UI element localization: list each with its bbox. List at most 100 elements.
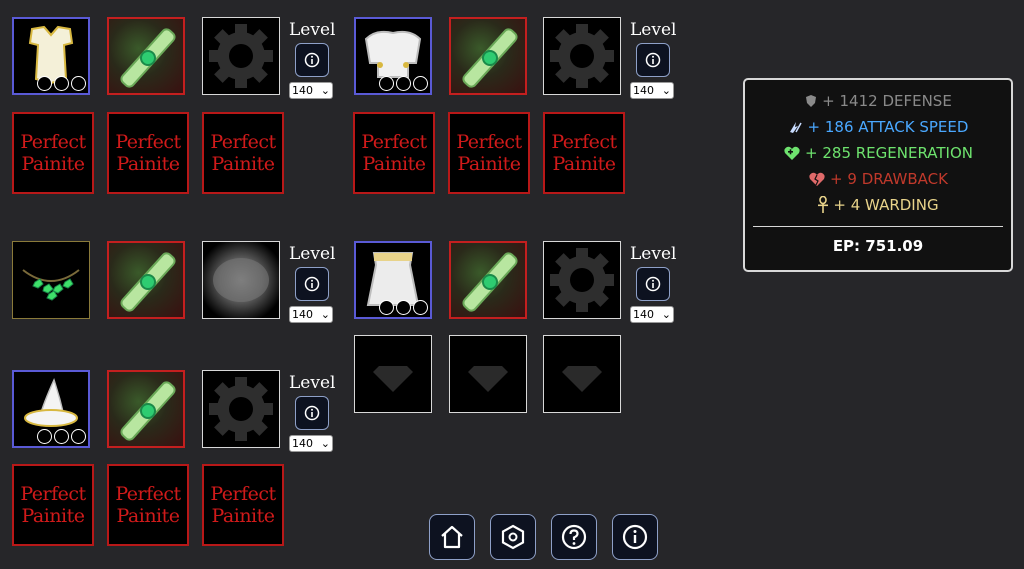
info-button[interactable]: [295, 267, 329, 301]
accessory-slot-necklace[interactable]: [12, 241, 90, 319]
armor-slot-head[interactable]: [12, 370, 90, 448]
level-group-legs: Level 140 ⌄: [630, 244, 676, 323]
modifier-slot-smoke[interactable]: [202, 241, 280, 319]
gem-slot-perfect-painite[interactable]: Perfect Painite: [543, 112, 625, 194]
info-icon: [304, 405, 320, 421]
level-select[interactable]: 140 ⌄: [630, 82, 674, 99]
info-icon: [622, 524, 648, 550]
modifier-slot[interactable]: [202, 17, 280, 95]
settings-button[interactable]: [490, 514, 536, 560]
enchant-scroll-slot[interactable]: [449, 17, 527, 95]
stat-regeneration: + 285 REGENERATION: [745, 140, 1011, 166]
help-button[interactable]: [551, 514, 597, 560]
enchant-scroll-slot[interactable]: [107, 17, 185, 95]
gear-icon: [209, 377, 273, 441]
scroll-icon: [462, 252, 518, 312]
level-value: 140: [292, 308, 313, 321]
level-value: 140: [292, 437, 313, 450]
info-button[interactable]: [636, 43, 670, 77]
gem-slot-perfect-painite[interactable]: Perfect Painite: [448, 112, 530, 194]
gem-label: Perfect Painite: [361, 131, 427, 175]
stat-ep: EP: 751.09: [745, 233, 1011, 259]
enchant-scroll-slot[interactable]: [107, 241, 185, 319]
level-select[interactable]: 140 ⌄: [289, 435, 333, 452]
hexagon-settings-icon: [501, 524, 525, 550]
info-button[interactable]: [295, 396, 329, 430]
stat-drawback-text: + 9 DRAWBACK: [830, 170, 948, 188]
modifier-slot[interactable]: [543, 241, 621, 319]
home-button[interactable]: [429, 514, 475, 560]
scroll-icon: [120, 252, 176, 312]
level-value: 140: [292, 84, 313, 97]
gem-placeholder-icon: [562, 366, 602, 392]
stat-regeneration-text: + 285 REGENERATION: [805, 144, 973, 162]
stat-ep-text: EP: 751.09: [832, 237, 924, 255]
enchant-scroll-slot[interactable]: [107, 370, 185, 448]
gem-label: Perfect Painite: [20, 483, 86, 527]
gem-slot-perfect-painite[interactable]: Perfect Painite: [107, 464, 189, 546]
info-icon: [645, 52, 661, 68]
level-select[interactable]: 140 ⌄: [289, 306, 333, 323]
empty-gem-slot[interactable]: [449, 335, 527, 413]
level-group-torso: Level 140 ⌄: [630, 20, 676, 99]
stat-warding-text: + 4 WARDING: [833, 196, 939, 214]
gem-label: Perfect Painite: [551, 131, 617, 175]
gem-slot-perfect-painite[interactable]: Perfect Painite: [202, 464, 284, 546]
stats-divider: [753, 226, 1003, 227]
gem-slot-perfect-painite[interactable]: Perfect Painite: [202, 112, 284, 194]
level-label: Level: [630, 244, 677, 264]
gem-label: Perfect Painite: [456, 131, 522, 175]
armor-slot-legs[interactable]: [354, 241, 432, 319]
gear-icon: [550, 248, 614, 312]
gem-sockets: [37, 429, 86, 444]
gem-slot-perfect-painite[interactable]: Perfect Painite: [353, 112, 435, 194]
info-button[interactable]: [636, 267, 670, 301]
modifier-slot[interactable]: [202, 370, 280, 448]
level-label: Level: [630, 20, 677, 40]
gem-slot-perfect-painite[interactable]: Perfect Painite: [107, 112, 189, 194]
scroll-icon: [462, 28, 518, 88]
level-value: 140: [633, 84, 654, 97]
stat-attack-speed: + 186 ATTACK SPEED: [745, 114, 1011, 140]
scroll-icon: [120, 381, 176, 441]
armor-slot-chest[interactable]: [12, 17, 90, 95]
level-select[interactable]: 140 ⌄: [630, 306, 674, 323]
level-group-necklace: Level 140 ⌄: [289, 244, 335, 323]
level-group-chest: Level 140 ⌄: [289, 20, 335, 99]
heart-plus-icon: [784, 146, 800, 160]
shield-icon: [806, 95, 817, 107]
gem-placeholder-icon: [373, 366, 413, 392]
stat-warding: + 4 WARDING: [745, 192, 1011, 218]
speed-icon: [789, 122, 802, 133]
armor-slot-torso[interactable]: [354, 17, 432, 95]
chevron-down-icon: ⌄: [320, 437, 330, 450]
enchant-scroll-slot[interactable]: [449, 241, 527, 319]
stat-attack-speed-text: + 186 ATTACK SPEED: [807, 118, 969, 136]
level-label: Level: [289, 373, 336, 393]
level-group-head: Level 140 ⌄: [289, 373, 335, 452]
gem-label: Perfect Painite: [20, 131, 86, 175]
stat-defense-text: + 1412 DEFENSE: [822, 92, 952, 110]
level-value: 140: [633, 308, 654, 321]
smoke-icon: [213, 258, 269, 302]
gem-slot-perfect-painite[interactable]: Perfect Painite: [12, 464, 94, 546]
info-button[interactable]: [295, 43, 329, 77]
info-icon: [645, 276, 661, 292]
empty-gem-slot[interactable]: [543, 335, 621, 413]
gem-sockets: [37, 76, 86, 91]
gem-slot-perfect-painite[interactable]: Perfect Painite: [12, 112, 94, 194]
level-select[interactable]: 140 ⌄: [289, 82, 333, 99]
necklace-icon: [22, 269, 80, 301]
gem-label: Perfect Painite: [115, 483, 181, 527]
gem-sockets: [379, 76, 428, 91]
level-label: Level: [289, 20, 336, 40]
info-nav-button[interactable]: [612, 514, 658, 560]
help-icon: [561, 524, 587, 550]
empty-gem-slot[interactable]: [354, 335, 432, 413]
modifier-slot[interactable]: [543, 17, 621, 95]
gear-icon: [550, 24, 614, 88]
gem-label: Perfect Painite: [115, 131, 181, 175]
chevron-down-icon: ⌄: [320, 84, 330, 97]
gear-icon: [209, 24, 273, 88]
gem-label: Perfect Painite: [210, 131, 276, 175]
